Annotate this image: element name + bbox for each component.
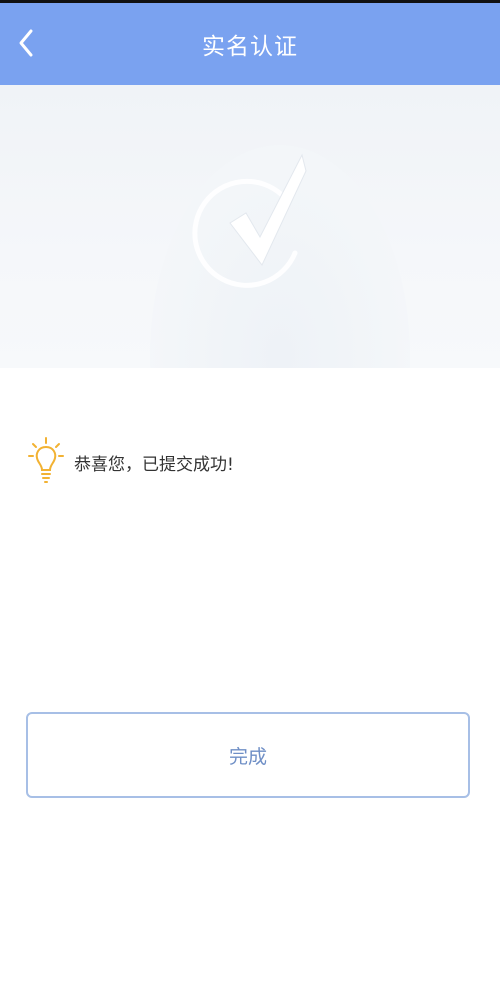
success-message: 恭喜您，已提交成功! — [28, 436, 234, 488]
back-button[interactable] — [8, 21, 44, 65]
success-banner — [0, 85, 500, 368]
navigation-bar: 实名认证 — [0, 3, 500, 85]
chevron-left-icon — [19, 29, 33, 57]
done-button-label: 完成 — [228, 745, 267, 768]
checkmark-circle-icon — [192, 153, 307, 288]
success-message-text: 恭喜您，已提交成功! — [74, 454, 234, 475]
lightbulb-icon — [28, 437, 64, 483]
done-button[interactable]: 完成 — [26, 712, 470, 798]
page-title: 实名认证 — [202, 34, 298, 60]
